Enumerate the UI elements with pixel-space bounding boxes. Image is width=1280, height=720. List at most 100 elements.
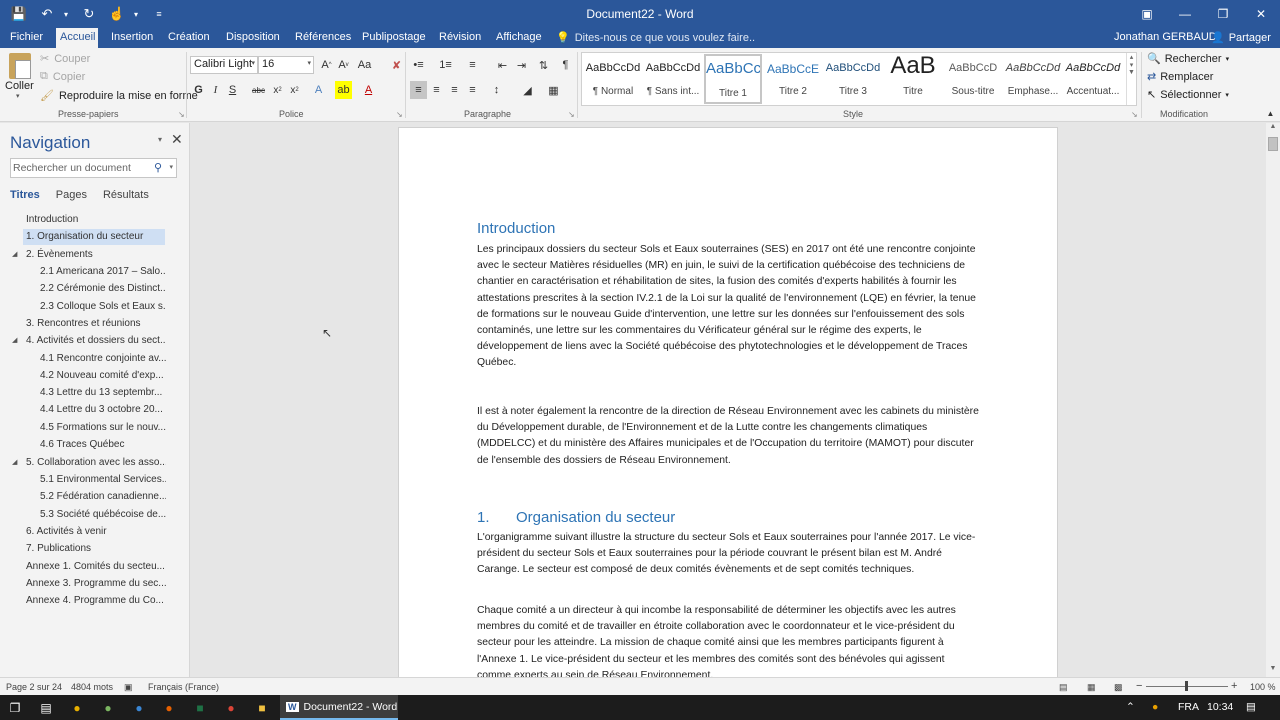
tab-publipostage[interactable]: Publipostage xyxy=(358,28,430,48)
user-name[interactable]: Jonathan GERBAUD xyxy=(1114,31,1217,43)
pane-options-icon[interactable]: ▾ xyxy=(158,135,162,144)
list-item[interactable]: 2.3 Colloque Sols et Eaux s... xyxy=(40,299,166,315)
word-count[interactable]: 4804 mots xyxy=(71,682,113,692)
font-name-combo[interactable]: Calibri Light ▾ xyxy=(190,56,258,74)
style-launcher-icon[interactable]: ↘ xyxy=(1131,110,1138,119)
tab-disposition[interactable]: Disposition xyxy=(222,28,284,48)
zoom-out-icon[interactable]: − xyxy=(1136,680,1142,692)
page-count[interactable]: Page 2 sur 24 xyxy=(6,682,62,692)
collapse-triangle-icon[interactable]: ◢ xyxy=(12,455,17,471)
bold-icon[interactable]: G xyxy=(190,81,207,99)
align-right-icon[interactable]: ≡ xyxy=(446,81,463,99)
list-item[interactable]: Annexe 1. Comités du secteu... xyxy=(26,559,166,575)
paragraph[interactable]: Il est à noter également la rencontre de… xyxy=(477,404,979,469)
collapse-triangle-icon[interactable]: ◢ xyxy=(12,333,17,349)
show-formatting-icon[interactable]: ¶ xyxy=(557,56,574,74)
tab-references[interactable]: Références xyxy=(291,28,355,48)
list-item[interactable]: 5.1 Environmental Services... xyxy=(40,472,166,488)
list-item[interactable]: 2. Évènements xyxy=(26,247,176,263)
align-left-icon[interactable]: ≡ xyxy=(410,81,427,99)
language-status[interactable]: Français (France) xyxy=(148,682,219,692)
list-item[interactable]: 5.3 Société québécoise de... xyxy=(40,507,166,523)
tab-titres[interactable]: Titres xyxy=(10,189,40,201)
notifications-icon[interactable]: ▤ xyxy=(1246,701,1256,713)
search-icon[interactable]: ⚲ xyxy=(154,161,162,174)
minimize-icon[interactable]: — xyxy=(1166,0,1204,28)
underline-icon[interactable]: S xyxy=(224,81,241,99)
excel-icon[interactable]: ■ xyxy=(191,699,209,716)
list-item[interactable]: 4.1 Rencontre conjointe av... xyxy=(40,351,166,367)
zoom-slider-thumb[interactable] xyxy=(1185,681,1188,691)
proofing-icon[interactable]: ▣ xyxy=(124,682,133,693)
maximize-icon[interactable]: ❐ xyxy=(1204,0,1242,28)
italic-icon[interactable]: I xyxy=(207,81,224,99)
increase-indent-icon[interactable]: ⇥ xyxy=(513,56,530,74)
edge-icon[interactable]: ● xyxy=(130,699,148,716)
highlight-icon[interactable]: ab xyxy=(335,81,352,99)
copy-button[interactable]: ⧉ Copier xyxy=(40,70,85,83)
list-item[interactable]: 5.2 Fédération canadienne... xyxy=(40,489,166,505)
decrease-indent-icon[interactable]: ⇤ xyxy=(494,56,511,74)
chrome-icon[interactable]: ● xyxy=(222,699,240,716)
align-center-icon[interactable]: ≡ xyxy=(428,81,445,99)
find-button[interactable]: 🔍 Rechercher ▾ xyxy=(1147,52,1229,66)
clear-formatting-icon[interactable]: ✘ xyxy=(388,56,405,74)
vertical-scrollbar[interactable]: ▲ ▼ xyxy=(1266,123,1280,677)
paragraph[interactable]: Les principaux dossiers du secteur Sols … xyxy=(477,242,979,372)
multilevel-list-icon[interactable]: ≡ xyxy=(464,56,481,74)
style-normal[interactable]: AaBbCcDd ¶ Normal xyxy=(584,54,642,104)
style-intense-emphasis[interactable]: AaBbCcDd Accentuat... xyxy=(1064,54,1122,104)
paste-dropdown-icon[interactable]: ▾ xyxy=(16,92,20,100)
numbering-icon[interactable]: 1≡ xyxy=(437,56,454,74)
clipboard-launcher-icon[interactable]: ↘ xyxy=(178,110,185,119)
style-no-spacing[interactable]: AaBbCcDd ¶ Sans int... xyxy=(644,54,702,104)
zoom-in-icon[interactable]: + xyxy=(1231,680,1237,692)
close-icon[interactable]: ✕ xyxy=(171,131,183,148)
list-item[interactable]: 2.1 Americana 2017 – Salo... xyxy=(40,264,166,280)
format-painter-button[interactable]: 🖌 Reproduire la mise en forme xyxy=(40,89,198,103)
zoom-level[interactable]: 100 % xyxy=(1250,682,1276,692)
taskbar-word-button[interactable]: W Document22 - Word xyxy=(280,695,398,720)
borders-icon[interactable]: ▦ xyxy=(545,81,562,99)
list-item[interactable]: 1. Organisation du secteur xyxy=(23,229,165,245)
styles-scroll[interactable]: ▴ ▾ ▼ xyxy=(1126,53,1136,105)
tab-insertion[interactable]: Insertion xyxy=(107,28,157,48)
share-button[interactable]: 👤 Partager xyxy=(1211,31,1271,45)
collapse-ribbon-icon[interactable]: ▲ xyxy=(1262,104,1279,122)
justify-icon[interactable]: ≡ xyxy=(464,81,481,99)
heading-organisation[interactable]: 1. Organisation du secteur xyxy=(477,509,675,526)
tell-me-box[interactable]: 💡 Dites-nous ce que vous voulez faire.. xyxy=(556,31,755,45)
font-launcher-icon[interactable]: ↘ xyxy=(396,110,403,119)
customize-qat-icon[interactable]: ≡ xyxy=(148,4,170,24)
tab-pages[interactable]: Pages xyxy=(56,189,87,201)
grow-font-icon[interactable]: A ^ xyxy=(318,56,335,74)
app-icon[interactable]: ● xyxy=(68,699,86,716)
ribbon-display-options-icon[interactable]: ▣ xyxy=(1128,0,1166,28)
style-title[interactable]: AaB Titre xyxy=(884,52,942,104)
heading-introduction[interactable]: Introduction xyxy=(477,220,555,237)
clock[interactable]: 10:34 xyxy=(1207,701,1233,713)
collapse-triangle-icon[interactable]: ◢ xyxy=(12,247,17,263)
list-item[interactable]: Annexe 3. Programme du sec... xyxy=(26,576,166,592)
superscript-icon[interactable]: x2 xyxy=(286,81,303,99)
paragraph-launcher-icon[interactable]: ↘ xyxy=(568,110,575,119)
scroll-down-icon[interactable]: ▼ xyxy=(1266,665,1280,677)
line-spacing-icon[interactable]: ↕ xyxy=(488,81,505,99)
scroll-up-icon[interactable]: ▲ xyxy=(1266,123,1280,135)
document-area[interactable]: Introduction Les principaux dossiers du … xyxy=(191,123,1266,677)
tab-resultats[interactable]: Résultats xyxy=(103,189,149,201)
tab-revision[interactable]: Révision xyxy=(435,28,485,48)
list-item[interactable]: 2.2 Cérémonie des Distinct... xyxy=(40,281,166,297)
style-emphasis[interactable]: AaBbCcDd Emphase... xyxy=(1004,54,1062,104)
undo-dropdown-icon[interactable]: ▾ xyxy=(64,10,72,19)
undo-icon[interactable]: ↶ xyxy=(36,4,58,24)
change-case-icon[interactable]: Aa xyxy=(356,56,373,74)
close-icon[interactable]: ✕ xyxy=(1242,0,1280,28)
paragraph[interactable]: L'organigramme suivant illustre la struc… xyxy=(477,530,979,579)
tab-creation[interactable]: Création xyxy=(164,28,214,48)
list-item[interactable]: Introduction xyxy=(26,212,176,228)
start-icon[interactable]: ❐ xyxy=(6,699,24,716)
paste-button[interactable]: Coller xyxy=(5,80,34,92)
redo-icon[interactable]: ↻ xyxy=(78,4,100,24)
calculator-icon[interactable]: ▤ xyxy=(37,699,55,716)
